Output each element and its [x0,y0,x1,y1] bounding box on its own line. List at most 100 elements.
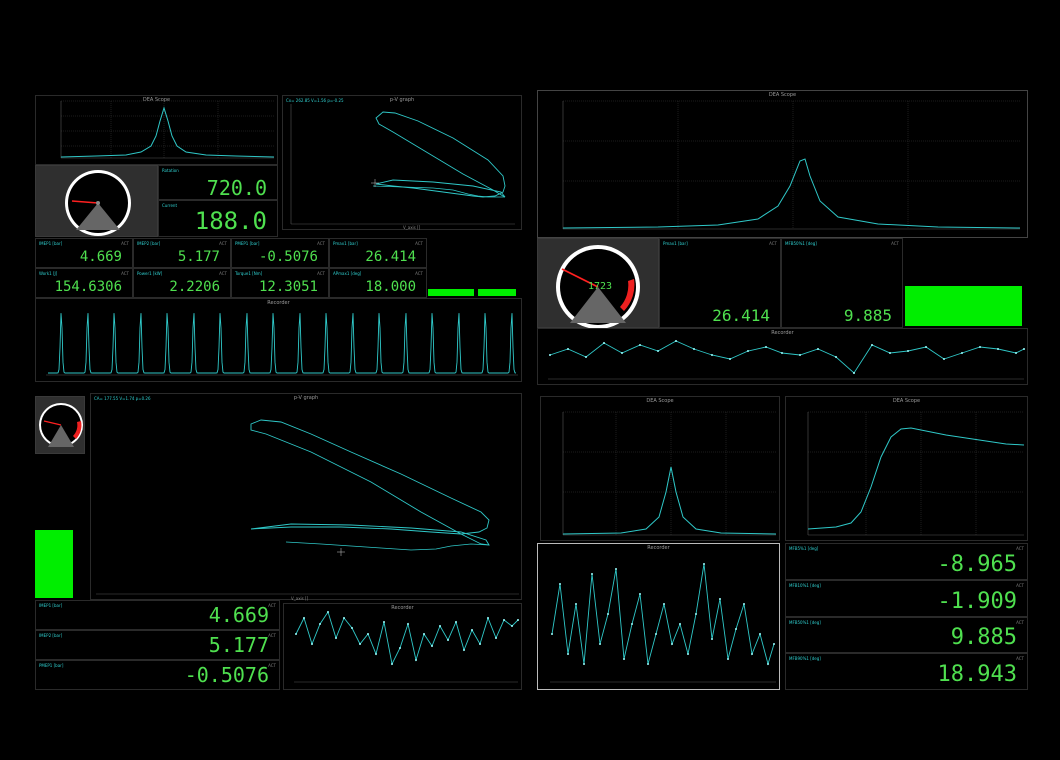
value-readout: 26.414 [365,249,416,265]
recorder-point [391,663,393,665]
value-readout: 26.414 [712,306,770,325]
value-readout: -0.5076 [184,663,269,687]
value-cell: IMEP2 [bar] ACT 5.177 [133,238,231,268]
unit-label: ACT [317,241,325,246]
rpm-gauge-dial: 1723 [556,245,640,329]
recorder-point [359,643,361,645]
recorder-point [567,348,569,350]
value-readout: -1.909 [937,588,1017,614]
recorder-point [551,633,553,635]
recorder-point [327,611,329,613]
value-label: Torque1 [Nm] [235,271,263,276]
recorder-point [607,613,609,615]
recorder-point [487,617,489,619]
recorder-point [495,637,497,639]
bar-panel-big [903,238,1028,328]
unit-label: ACT [219,241,227,246]
scope-plot-br1 [562,411,777,536]
recorder-point [311,643,313,645]
bar-fill [35,530,73,598]
value-label: APmax1 [deg] [333,271,362,276]
recorder-point [399,647,401,649]
recorder-point [621,352,623,354]
value-cell: MFB10%1 [deg] ACT -1.909 [785,579,1028,617]
scope-panel-bottom-right-2: DEA Scope [785,396,1028,541]
value-label: MFB90%1 [deg] [789,656,821,662]
scope-plot-tl [60,100,275,159]
recorder-point [583,663,585,665]
recorder-panel-bottom-right: Recorder [537,543,780,690]
value-label: PMEP1 [bar] [235,241,260,246]
recorder-point [383,621,385,623]
value-label: Work1 [J] [39,271,58,276]
value-readout: 18.000 [365,279,416,295]
recorder-point [687,653,689,655]
rpm-gauge-top-right: 1723 [537,238,659,329]
recorder-point [439,625,441,627]
recorder-point [647,663,649,665]
recorder-trace [549,340,1025,374]
recorder-point [657,350,659,352]
recorder-point [575,603,577,605]
recorder-point [719,598,721,600]
recorder-point [367,633,369,635]
unit-label: ACT [219,271,227,276]
bar-fill [478,289,516,296]
value-readout: -0.5076 [258,249,318,265]
recorder-point [319,623,321,625]
value-row-top-right: Pmax1 [bar] ACT 26.414 MFB50%1 [deg] ACT 9.88… [659,238,903,328]
unit-label: ACT [268,603,276,608]
scope-plot-br2 [807,411,1025,536]
value-rotation: 720.0 [206,176,267,200]
recorder-point [503,619,505,621]
recorder-point [799,354,801,356]
value-label: Power1 [kW] [137,271,163,276]
unit-label: ACT [891,241,899,246]
recorder-plot-bl [294,610,519,683]
value-cell: Torque1 [Nm] ACT 12.3051 [231,268,329,298]
recorder-point [671,643,673,645]
recorder-plot-tl [46,313,518,376]
recorder-point [979,346,981,348]
unit-label: ACT [1016,546,1024,551]
recorder-point [455,621,457,623]
recorder-point [773,643,775,645]
value-cell-rotation: Rotation 720.0 [158,165,278,200]
recorder-point [675,340,677,342]
recorder-point [639,344,641,346]
recorder-point [567,653,569,655]
recorder-point [907,350,909,352]
recorder-point [559,583,561,585]
value-label: IMEP2 [bar] [137,241,161,246]
recorder-point [343,617,345,619]
rpm-readout: 1723 [588,281,612,292]
unit-label: ACT [415,241,423,246]
recorder-point [871,344,873,346]
recorder-point [623,658,625,660]
recorder-point [961,352,963,354]
recorder-point [817,348,819,350]
unit-label: ACT [1016,582,1024,588]
recorder-point [303,617,305,619]
pv-plot-top: V_axis [] [290,104,515,230]
recorder-point [447,639,449,641]
bar-panel-bottom-left [35,470,90,598]
recorder-point [599,643,601,645]
scope-panel-top-right: DEA Scope [537,90,1028,238]
value-cell-current: Current 188.0 [158,200,278,237]
value-label: PMEP1 [bar] [39,663,64,668]
recorder-point [479,643,481,645]
scope-plot-tr [562,100,1021,230]
recorder-point [781,352,783,354]
pv-x-label: V_axis [] [403,225,421,230]
recorder-point [639,593,641,595]
value-cell: Pmax1 [bar] ACT 26.414 [659,238,781,328]
value-cell: MFB5%1 [deg] ACT -8.965 [785,543,1028,580]
recorder-point [679,623,681,625]
value-label: IMEP2 [bar] [39,633,63,638]
pv-plot-bottom: V_axis [] [96,419,519,601]
value-readout: 12.3051 [258,279,318,295]
value-cell: PMEP1 [bar] ACT -0.5076 [231,238,329,268]
recorder-panel-bottom-left: Recorder [283,603,522,690]
value-cell: APmax1 [deg] ACT 18.000 [329,268,427,298]
